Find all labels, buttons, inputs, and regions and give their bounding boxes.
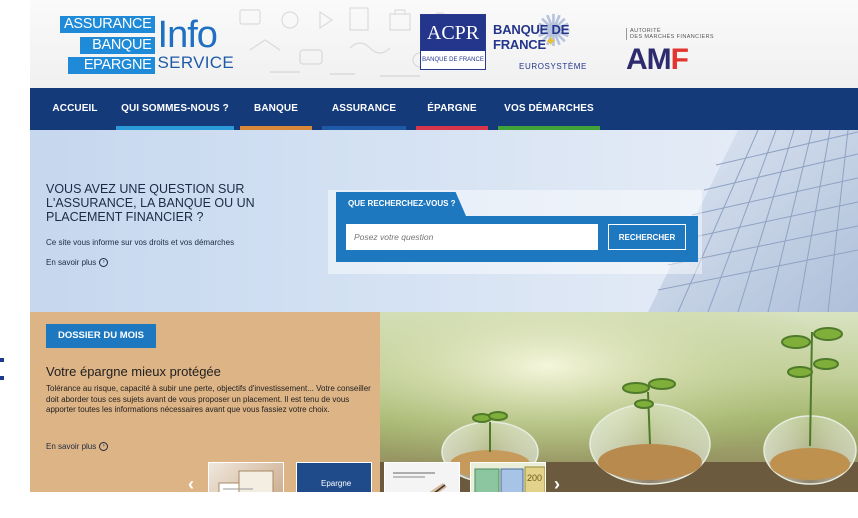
hero-title: VOUS AVEZ UNE QUESTION SUR L'ASSURANCE, … <box>46 182 255 224</box>
hero-description: Ce site vous informe sur vos droits et v… <box>46 238 235 247</box>
header: ASSURANCE BANQUE EPARGNE Info SERVICE AC… <box>30 0 858 88</box>
amf-logo[interactable]: AUTORITÉ DES MARCHÉS FINANCIERS AMF <box>626 28 736 78</box>
amf-big-text: AMF <box>626 43 689 77</box>
amf-small-line2: DES MARCHÉS FINANCIERS <box>630 34 714 40</box>
nav-item-label: ÉPARGNE <box>427 103 477 114</box>
search-button[interactable]: RECHERCHER <box>608 224 686 250</box>
nav-item-label: VOS DÉMARCHES <box>504 103 594 114</box>
amf-big-f: F <box>670 43 689 76</box>
logo-service: SERVICE <box>157 53 234 72</box>
nav-item-assurance[interactable]: ASSURANCE <box>322 88 406 130</box>
circle-arrow-icon: › <box>99 258 109 267</box>
logo-info: Info <box>157 14 218 56</box>
search-box: RECHERCHER <box>336 216 698 262</box>
nav-item-label: ACCUEIL <box>52 103 98 114</box>
bdf-title: BANQUE DE FRANCE <box>493 22 570 52</box>
logo-right: Info SERVICE <box>158 16 234 74</box>
nav-item-label: ASSURANCE <box>331 103 397 114</box>
bdf-sub: EUROSYSTÈME <box>519 62 587 71</box>
dossier-more-label: En savoir plus <box>46 442 97 451</box>
footer-strip <box>30 492 858 518</box>
nav-item-epargne[interactable]: ÉPARGNE <box>416 88 488 130</box>
thumb-label: Epargne <box>321 479 352 488</box>
search-panel: QUE RECHERCHEZ-VOUS ? RECHERCHER <box>328 190 702 274</box>
acpr-logo[interactable]: ACPR BANQUE DE FRANCE <box>420 14 486 70</box>
banque-de-france-logo[interactable]: ✺ ✦ BANQUE DE FRANCE EUROSYSTÈME <box>493 10 613 72</box>
hero: VOUS AVEZ UNE QUESTION SUR L'ASSURANCE, … <box>30 130 858 312</box>
nav-item-vos-demarches[interactable]: VOS DÉMARCHES <box>498 88 600 130</box>
nav-item-label: QUI SOMMES-NOUS ? <box>121 103 229 114</box>
dossier-text: Tolérance au risque, capacité à subir un… <box>46 384 371 414</box>
edge-mark <box>0 376 4 380</box>
logo-lines: ASSURANCE BANQUE EPARGNE <box>60 16 155 74</box>
amf-big-am: AM <box>626 43 672 76</box>
main-nav: ACCUEIL QUI SOMMES-NOUS ? BANQUE ASSURAN… <box>30 88 858 130</box>
svg-text:200: 200 <box>527 473 542 483</box>
site-logo[interactable]: ASSURANCE BANQUE EPARGNE Info SERVICE <box>60 16 234 74</box>
logo-line-banque: BANQUE <box>80 36 155 54</box>
dossier-badge: DOSSIER DU MOIS <box>46 324 156 348</box>
search-input[interactable] <box>346 224 598 250</box>
edge-mark <box>0 358 4 362</box>
nav-item-accueil[interactable]: ACCUEIL <box>40 88 110 130</box>
acpr-logo-main: ACPR <box>421 15 485 51</box>
logo-line-epargne: EPARGNE <box>68 57 155 74</box>
dossier-more-link[interactable]: En savoir plus › <box>46 442 109 451</box>
logo-line-assurance: ASSURANCE <box>60 16 155 33</box>
hero-more-label: En savoir plus <box>46 258 97 267</box>
site: ASSURANCE BANQUE EPARGNE Info SERVICE AC… <box>30 0 858 518</box>
search-tab: QUE RECHERCHEZ-VOUS ? <box>336 192 466 216</box>
nav-item-banque[interactable]: BANQUE <box>240 88 312 130</box>
nav-item-label: BANQUE <box>254 103 298 114</box>
dossier-title[interactable]: Votre épargne mieux protégée <box>46 364 221 379</box>
circle-arrow-icon: › <box>99 442 109 451</box>
hero-more-link[interactable]: En savoir plus › <box>46 258 109 267</box>
nav-item-qui-sommes-nous[interactable]: QUI SOMMES-NOUS ? <box>116 88 234 130</box>
acpr-logo-sub: BANQUE DE FRANCE <box>422 57 484 63</box>
amf-small-text: AUTORITÉ DES MARCHÉS FINANCIERS <box>626 28 714 40</box>
